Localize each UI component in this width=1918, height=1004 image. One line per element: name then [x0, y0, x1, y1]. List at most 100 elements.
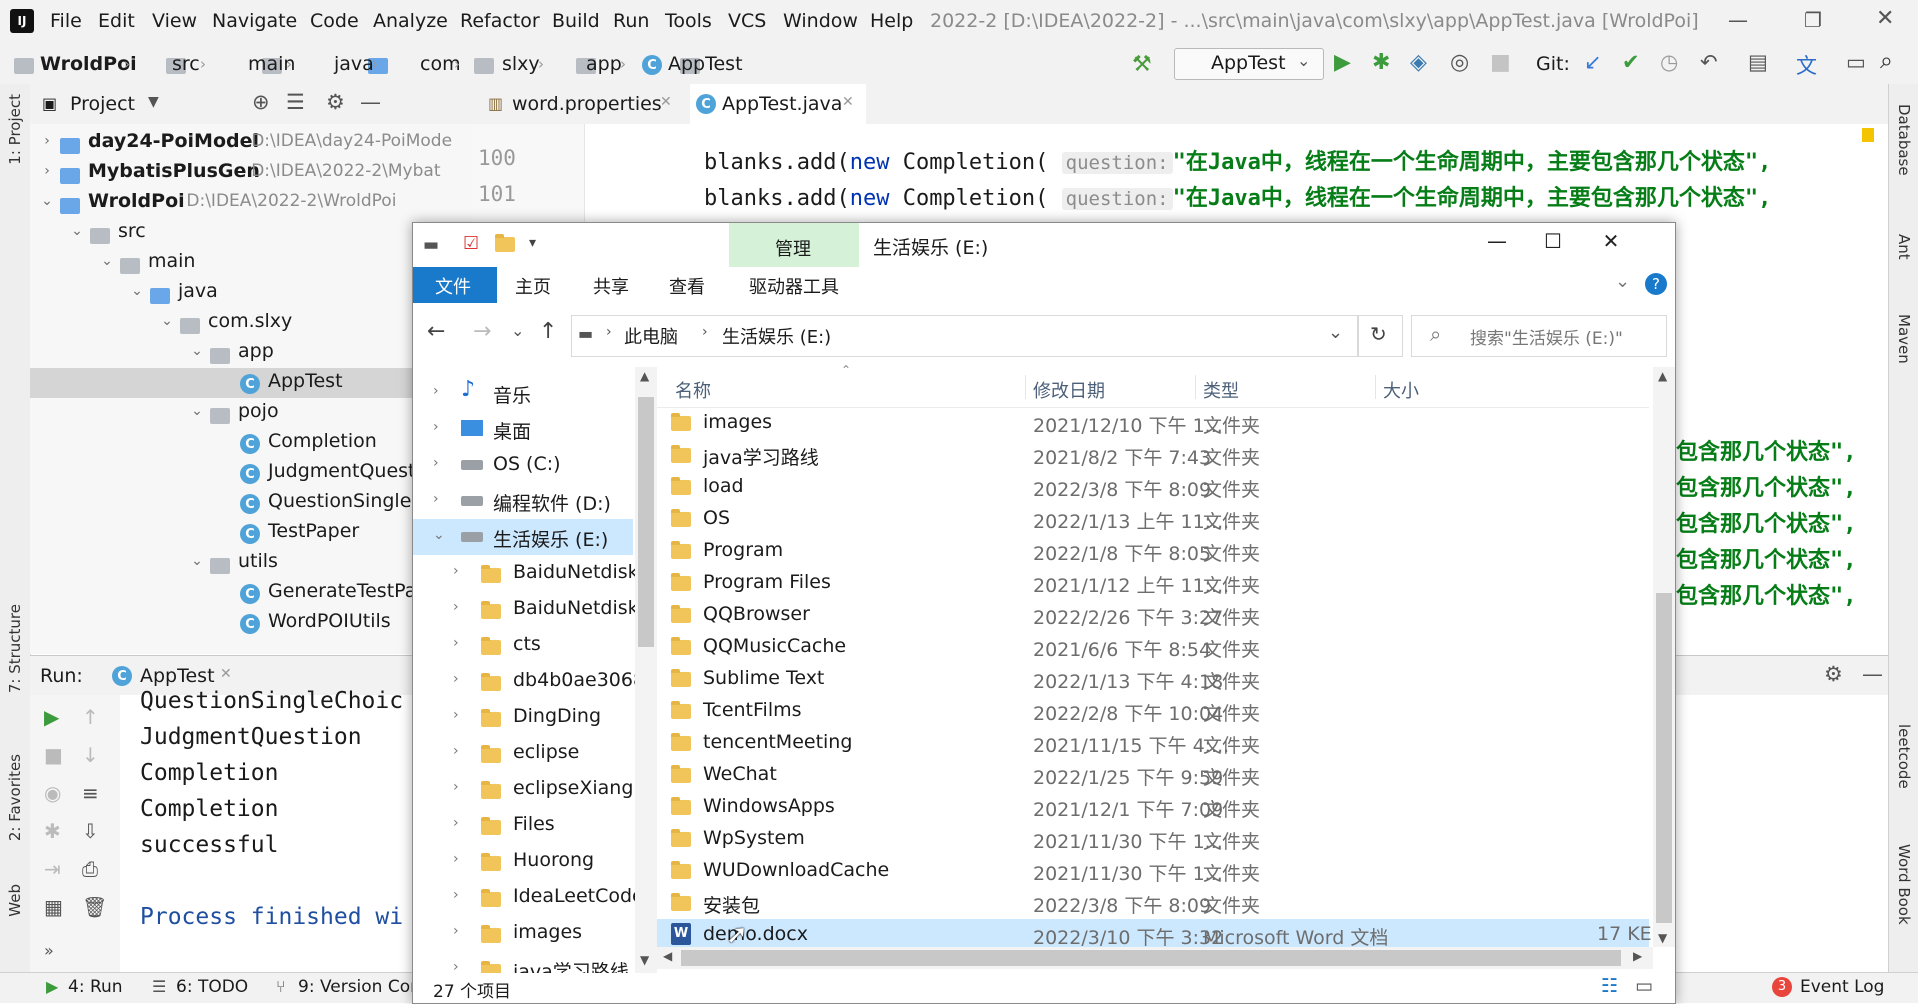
menu-item[interactable]: Help	[870, 10, 913, 32]
git-update-icon[interactable]: ↙	[1584, 50, 1602, 74]
menu-item[interactable]: Build	[552, 10, 600, 32]
quick-access-dropdown-icon[interactable]: ▾	[529, 235, 536, 251]
camera-icon[interactable]: ◉	[44, 781, 61, 805]
tab-apptest-java[interactable]: C AppTest.java ✕	[690, 84, 866, 127]
wordbook-tool-tab[interactable]: Word Book	[1895, 844, 1913, 925]
chevron-right-icon[interactable]: ›	[433, 419, 439, 435]
chevron-down-icon[interactable]: ⌄	[188, 403, 206, 419]
collapse-all-icon[interactable]: ☰	[286, 90, 305, 114]
file-row[interactable]: java学习路线 2021/8/2 下午 7:43 文件夹	[657, 439, 1649, 471]
chevron-down-icon[interactable]: ⌄	[38, 193, 56, 209]
status-tab-run[interactable]: 4: Run	[68, 977, 123, 997]
tree-node[interactable]: C QuestionSingleC	[30, 488, 472, 518]
tree-node[interactable]: C TestPaper	[30, 518, 472, 548]
refresh-button[interactable]: ↻	[1357, 315, 1403, 357]
breadcrumb-item[interactable]: java	[334, 53, 374, 75]
run-hide-icon[interactable]: —	[1862, 662, 1883, 686]
properties-check-icon[interactable]: ☑	[463, 233, 479, 254]
tree-node[interactable]: ⌄ java	[30, 278, 472, 308]
menu-item[interactable]: Code	[310, 10, 359, 32]
chevron-down-icon[interactable]: ⌄	[433, 527, 445, 543]
breadcrumb-item[interactable]: slxy	[502, 53, 540, 75]
maven-tool-tab[interactable]: Maven	[1895, 314, 1913, 364]
file-scroll-thumb[interactable]	[1656, 593, 1672, 923]
new-folder-icon[interactable]	[495, 233, 515, 254]
chevron-right-icon[interactable]: ›	[433, 383, 439, 399]
rollback-icon[interactable]: ↶	[1700, 50, 1718, 74]
debug-icon[interactable]: ✱	[1372, 50, 1390, 75]
file-row[interactable]: Sublime Text 2022/1/13 下午 4:18 文件夹	[657, 663, 1649, 695]
nav-item[interactable]: ⌄ 生活娱乐 (E:)	[413, 519, 633, 555]
scroll-up-icon[interactable]: ↑	[82, 705, 99, 729]
minimize-icon[interactable]: —	[1728, 8, 1748, 32]
clear-trash-icon[interactable]: 🗑	[82, 895, 107, 919]
forward-arrow-icon[interactable]: →	[473, 319, 491, 344]
explorer-minimize-icon[interactable]: —	[1477, 229, 1517, 253]
chevron-right-icon[interactable]: ›	[453, 779, 459, 795]
nav-item[interactable]: › Files	[413, 807, 633, 843]
more-icon[interactable]: »	[44, 941, 54, 960]
file-row[interactable]: WpSystem 2021/11/30 下午 1... 文件夹	[657, 823, 1649, 855]
file-row[interactable]: load 2022/3/8 下午 8:09 文件夹	[657, 471, 1649, 503]
chevron-right-icon[interactable]: ›	[453, 923, 459, 939]
file-row[interactable]: WUDownloadCache 2021/11/30 下午 1... 文件夹	[657, 855, 1649, 887]
up-arrow-icon[interactable]: ↑	[539, 319, 557, 344]
rerun-icon[interactable]: ▶	[44, 705, 59, 729]
menu-item[interactable]: Tools	[665, 10, 712, 32]
ribbon-tab-view[interactable]: 查看	[669, 273, 705, 299]
scroll-up-arrow-icon[interactable]: ▲	[1658, 369, 1667, 383]
tree-node[interactable]: C AppTest	[30, 368, 472, 398]
tree-node[interactable]: C JudgmentQuest	[30, 458, 472, 488]
tab-word-properties[interactable]: ▥ word.properties ✕	[486, 84, 682, 124]
address-segment-drive[interactable]: 生活娱乐 (E:)	[722, 323, 831, 349]
breadcrumb-item[interactable]: WroldPoi	[40, 53, 137, 75]
favorites-tool-tab[interactable]: 2: Favorites	[6, 754, 24, 841]
file-row[interactable]: OS 2022/1/13 上午 11:... 文件夹	[657, 503, 1649, 535]
address-bar[interactable]: ▬ › 此电脑 › 生活娱乐 (E:) ⌄	[571, 315, 1359, 357]
settings-gear-icon[interactable]: ⚙	[326, 90, 345, 114]
ribbon-tab-drive-tools[interactable]: 驱动器工具	[749, 273, 839, 299]
tree-node[interactable]: ⌄ utils	[30, 548, 472, 578]
chevron-right-icon[interactable]: ›	[453, 743, 459, 759]
manage-tab[interactable]: 管理	[729, 223, 859, 267]
database-tool-tab[interactable]: Database	[1895, 104, 1913, 176]
nav-item[interactable]: › 桌面	[413, 411, 633, 447]
nav-item[interactable]: › eclipse	[413, 735, 633, 771]
chevron-right-icon[interactable]: ›	[453, 815, 459, 831]
git-commit-icon[interactable]: ✔	[1622, 50, 1640, 74]
run-config-select[interactable]: AppTest ⌄	[1174, 48, 1324, 80]
chevron-down-icon[interactable]: ⌄	[98, 253, 116, 269]
run-icon[interactable]: ▶	[1334, 50, 1351, 75]
chevron-right-icon[interactable]: ›	[433, 491, 439, 507]
nav-scrollbar[interactable]: ▲ ▼	[635, 367, 657, 973]
nav-item[interactable]: › cts	[413, 627, 633, 663]
tree-node[interactable]: ⌄ com.slxy	[30, 308, 472, 338]
tree-node[interactable]: C WordPOIUtils	[30, 608, 472, 638]
column-divider[interactable]	[1025, 375, 1026, 399]
run-tab-close-icon[interactable]: ✕	[220, 666, 232, 682]
project-panel-title[interactable]: Project	[70, 93, 135, 115]
explorer-maximize-icon[interactable]: ☐	[1533, 229, 1573, 253]
chevron-right-icon[interactable]: ›	[38, 133, 56, 149]
ribbon-tab-file[interactable]: 文件	[413, 267, 497, 303]
menu-item[interactable]: VCS	[728, 10, 766, 32]
nav-item[interactable]: › eclipseXiangMu	[413, 771, 662, 807]
ribbon-expand-icon[interactable]: ⌄	[1615, 271, 1630, 292]
ribbon-tab-home[interactable]: 主页	[515, 273, 551, 299]
file-row[interactable]: TcentFilms 2022/2/8 下午 10:04 文件夹	[657, 695, 1649, 727]
tree-node[interactable]: ⌄ WroldPoi D:\IDEA\2022-2\WroldPoi	[30, 188, 472, 218]
chevron-down-icon[interactable]: ⌄	[128, 283, 146, 299]
chevron-down-icon[interactable]: ⌄	[158, 313, 176, 329]
chevron-down-icon[interactable]: ⌄	[188, 343, 206, 359]
run-tab-label[interactable]: AppTest	[140, 665, 215, 687]
nav-scroll-thumb[interactable]	[638, 397, 654, 647]
file-row[interactable]: Program 2022/1/8 下午 8:05 文件夹	[657, 535, 1649, 567]
project-structure-icon[interactable]: ▤	[1748, 50, 1768, 74]
help-icon[interactable]: ?	[1645, 273, 1667, 295]
print-icon[interactable]: ⎙	[82, 857, 98, 881]
status-tab-todo[interactable]: 6: TODO	[176, 977, 248, 997]
chevron-right-icon[interactable]: ›	[38, 163, 56, 179]
run-settings-gear-icon[interactable]: ⚙	[1824, 662, 1843, 686]
scroll-up-arrow-icon[interactable]: ▲	[640, 369, 649, 383]
menu-item[interactable]: File	[50, 10, 82, 32]
